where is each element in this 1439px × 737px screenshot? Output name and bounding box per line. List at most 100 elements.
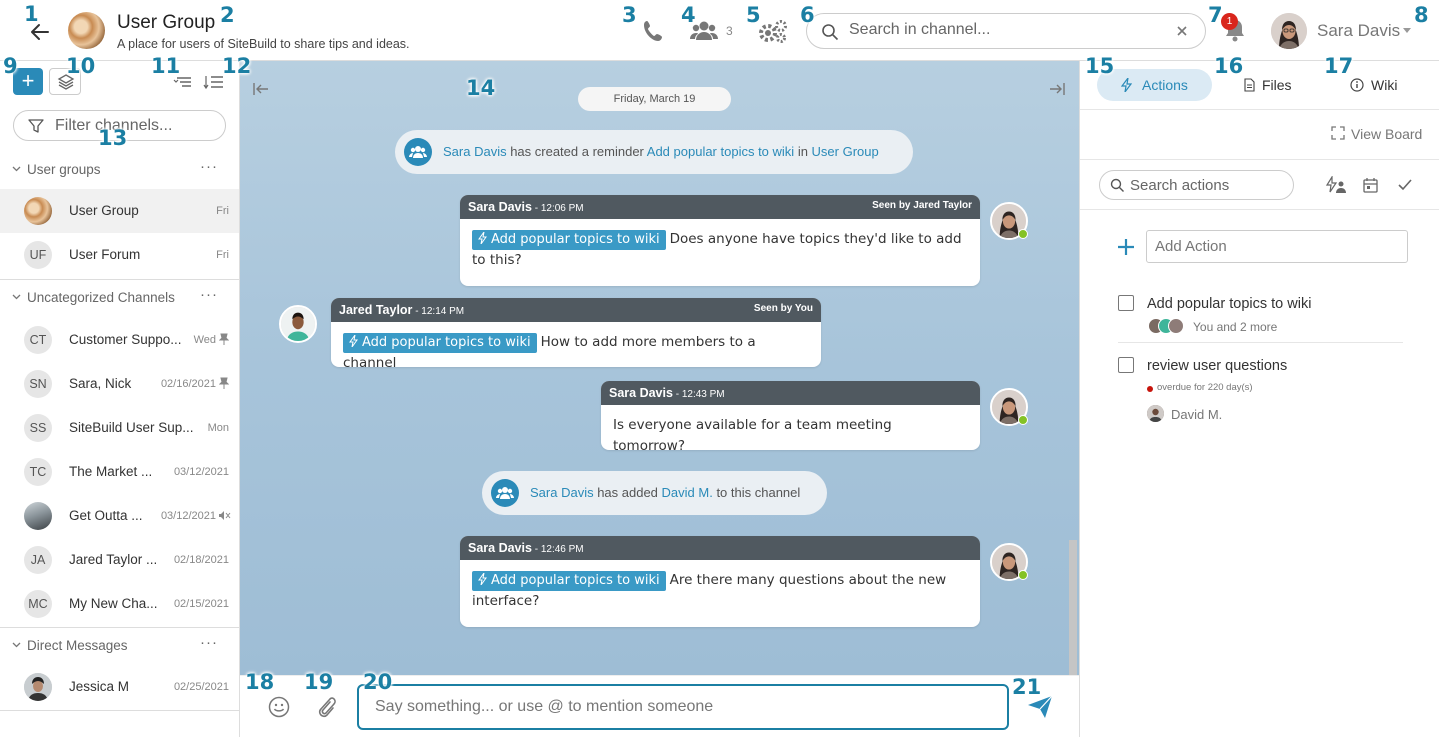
section-uncategorized-channels[interactable]: Uncategorized Channels ··· bbox=[0, 286, 239, 310]
channel-search-input[interactable] bbox=[849, 21, 1169, 39]
message-bubble[interactable]: Sara Davis - 12:46 PM Add popular topics… bbox=[460, 536, 980, 627]
tab-files[interactable]: Files bbox=[1238, 69, 1318, 101]
message-composer[interactable] bbox=[357, 684, 1009, 730]
overdue-dot bbox=[1147, 386, 1153, 392]
filter-channels-input[interactable] bbox=[55, 117, 215, 135]
clear-search-icon[interactable] bbox=[1176, 25, 1188, 37]
user-menu-caret-icon[interactable] bbox=[1403, 28, 1411, 33]
message-author[interactable]: Sara Davis bbox=[468, 200, 532, 214]
filter-icon bbox=[28, 119, 44, 133]
channel-date: 03/12/2021 bbox=[160, 510, 216, 522]
more-options-icon[interactable]: ··· bbox=[200, 634, 218, 651]
section-direct-messages[interactable]: Direct Messages ··· bbox=[0, 634, 239, 658]
channel-item[interactable]: MC My New Cha... 02/15/2021 bbox=[0, 582, 239, 626]
channel-date: 02/16/2021 bbox=[160, 378, 216, 390]
collapse-left-icon[interactable] bbox=[252, 82, 270, 96]
channel-name: The Market ... bbox=[69, 464, 153, 479]
channel-avatar: MC bbox=[24, 590, 52, 618]
notification-badge: 1 bbox=[1221, 13, 1238, 30]
calendar-icon[interactable] bbox=[1363, 177, 1378, 193]
message-header: Sara Davis - 12:43 PM bbox=[601, 381, 980, 405]
action-checkbox[interactable] bbox=[1118, 295, 1134, 311]
checkmark-icon[interactable] bbox=[1398, 179, 1412, 191]
section-user-groups[interactable]: User groups ··· bbox=[0, 158, 239, 182]
message-author[interactable]: Sara Davis bbox=[609, 386, 673, 400]
assignee-avatar bbox=[1147, 405, 1164, 422]
phone-icon[interactable] bbox=[641, 18, 667, 44]
tab-actions[interactable]: Actions bbox=[1097, 69, 1212, 101]
assignee-avatars bbox=[1148, 318, 1186, 334]
action-tag[interactable]: Add popular topics to wiki bbox=[343, 333, 537, 353]
tab-label: Actions bbox=[1142, 77, 1188, 93]
action-title[interactable]: Add popular topics to wiki bbox=[1147, 296, 1311, 312]
annotation-number: 1 bbox=[24, 2, 39, 26]
divider bbox=[0, 279, 239, 280]
message-input[interactable] bbox=[375, 698, 975, 716]
message-avatar[interactable] bbox=[279, 305, 317, 343]
annotation-number: 14 bbox=[466, 76, 496, 100]
action-tag[interactable]: Add popular topics to wiki bbox=[472, 571, 666, 591]
user-link[interactable]: Sara Davis bbox=[530, 485, 594, 500]
user-name[interactable]: Sara Davis bbox=[1317, 21, 1400, 41]
lightning-icon bbox=[349, 334, 358, 348]
message-header: Jared Taylor - 12:14 PM Seen by You bbox=[331, 298, 821, 322]
view-board-link[interactable]: View Board bbox=[1351, 126, 1422, 142]
channel-item[interactable]: JA Jared Taylor ... 02/18/2021 bbox=[0, 538, 239, 582]
group-icon bbox=[404, 138, 432, 166]
add-icon[interactable] bbox=[1117, 238, 1135, 256]
user-avatar[interactable] bbox=[1271, 13, 1307, 49]
channel-name: Sara, Nick bbox=[69, 376, 132, 391]
divider bbox=[0, 627, 239, 628]
attachment-icon[interactable] bbox=[316, 695, 336, 719]
annotation-number: 19 bbox=[304, 670, 334, 694]
tab-wiki[interactable]: Wiki bbox=[1348, 69, 1418, 101]
group-title: User Group bbox=[117, 12, 216, 33]
channel-item[interactable]: CT Customer Suppo... Wed bbox=[0, 318, 239, 362]
channel-item[interactable]: TC The Market ... 03/12/2021 bbox=[0, 450, 239, 494]
assignee-name: David M. bbox=[1171, 407, 1223, 422]
user-link[interactable]: Sara Davis bbox=[443, 144, 507, 159]
channel-item[interactable]: SS SiteBuild User Sup... Mon bbox=[0, 406, 239, 450]
pin-icon bbox=[219, 377, 229, 389]
action-title[interactable]: review user questions bbox=[1147, 358, 1287, 374]
channel-link[interactable]: User Group bbox=[812, 144, 879, 159]
assign-action-icon[interactable] bbox=[1325, 176, 1347, 194]
channel-item[interactable]: SN Sara, Nick 02/16/2021 bbox=[0, 362, 239, 406]
message-author[interactable]: Sara Davis bbox=[468, 541, 532, 555]
action-tag-label: Add popular topics to wiki bbox=[491, 573, 660, 588]
online-status-dot bbox=[1018, 570, 1028, 580]
add-action-field[interactable] bbox=[1146, 230, 1408, 263]
more-options-icon[interactable]: ··· bbox=[200, 286, 218, 303]
annotation-number: 6 bbox=[800, 3, 815, 27]
channel-item-user-forum[interactable]: UF User Forum Fri bbox=[0, 233, 239, 277]
message-body: Add popular topics to wiki Does anyone ha… bbox=[460, 219, 980, 281]
actions-panel: Actions Files Wiki View Board Add popula… bbox=[1079, 61, 1439, 737]
channel-item[interactable]: Get Outta ... 03/12/2021 bbox=[0, 494, 239, 538]
message-bubble[interactable]: Sara Davis - 12:06 PM Seen by Jared Taylo… bbox=[460, 195, 980, 286]
reminder-link[interactable]: Add popular topics to wiki bbox=[647, 144, 794, 159]
emoji-icon[interactable] bbox=[268, 696, 290, 718]
dm-item-jessica[interactable]: Jessica M 02/25/2021 bbox=[0, 665, 239, 709]
channel-item-user-group[interactable]: User Group Fri bbox=[0, 189, 239, 233]
overdue-text: overdue for 220 day(s) bbox=[1157, 382, 1253, 393]
channel-search[interactable] bbox=[806, 13, 1206, 49]
expand-icon[interactable] bbox=[1331, 126, 1345, 140]
message-author[interactable]: Jared Taylor bbox=[339, 303, 412, 317]
dm-name: Jessica M bbox=[69, 679, 130, 694]
channel-date: 02/18/2021 bbox=[173, 554, 229, 566]
action-checkbox[interactable] bbox=[1118, 357, 1134, 373]
message-header: Sara Davis - 12:06 PM Seen by Jared Taylo… bbox=[460, 195, 980, 219]
chat-scrollbar[interactable] bbox=[1069, 540, 1077, 675]
more-options-icon[interactable]: ··· bbox=[200, 158, 218, 175]
message-bubble[interactable]: Jared Taylor - 12:14 PM Seen by You Add p… bbox=[331, 298, 821, 367]
message-bubble[interactable]: Sara Davis - 12:43 PM Is everyone availa… bbox=[601, 381, 980, 450]
action-tag[interactable]: Add popular topics to wiki bbox=[472, 230, 666, 250]
user-link[interactable]: David M. bbox=[662, 485, 713, 500]
member-count: 3 bbox=[726, 24, 733, 38]
lightning-icon bbox=[478, 231, 487, 245]
add-action-input[interactable] bbox=[1155, 238, 1395, 255]
search-actions-input[interactable] bbox=[1130, 177, 1280, 194]
search-actions[interactable] bbox=[1099, 170, 1294, 200]
muted-icon bbox=[219, 511, 231, 520]
collapse-right-icon[interactable] bbox=[1048, 82, 1066, 96]
